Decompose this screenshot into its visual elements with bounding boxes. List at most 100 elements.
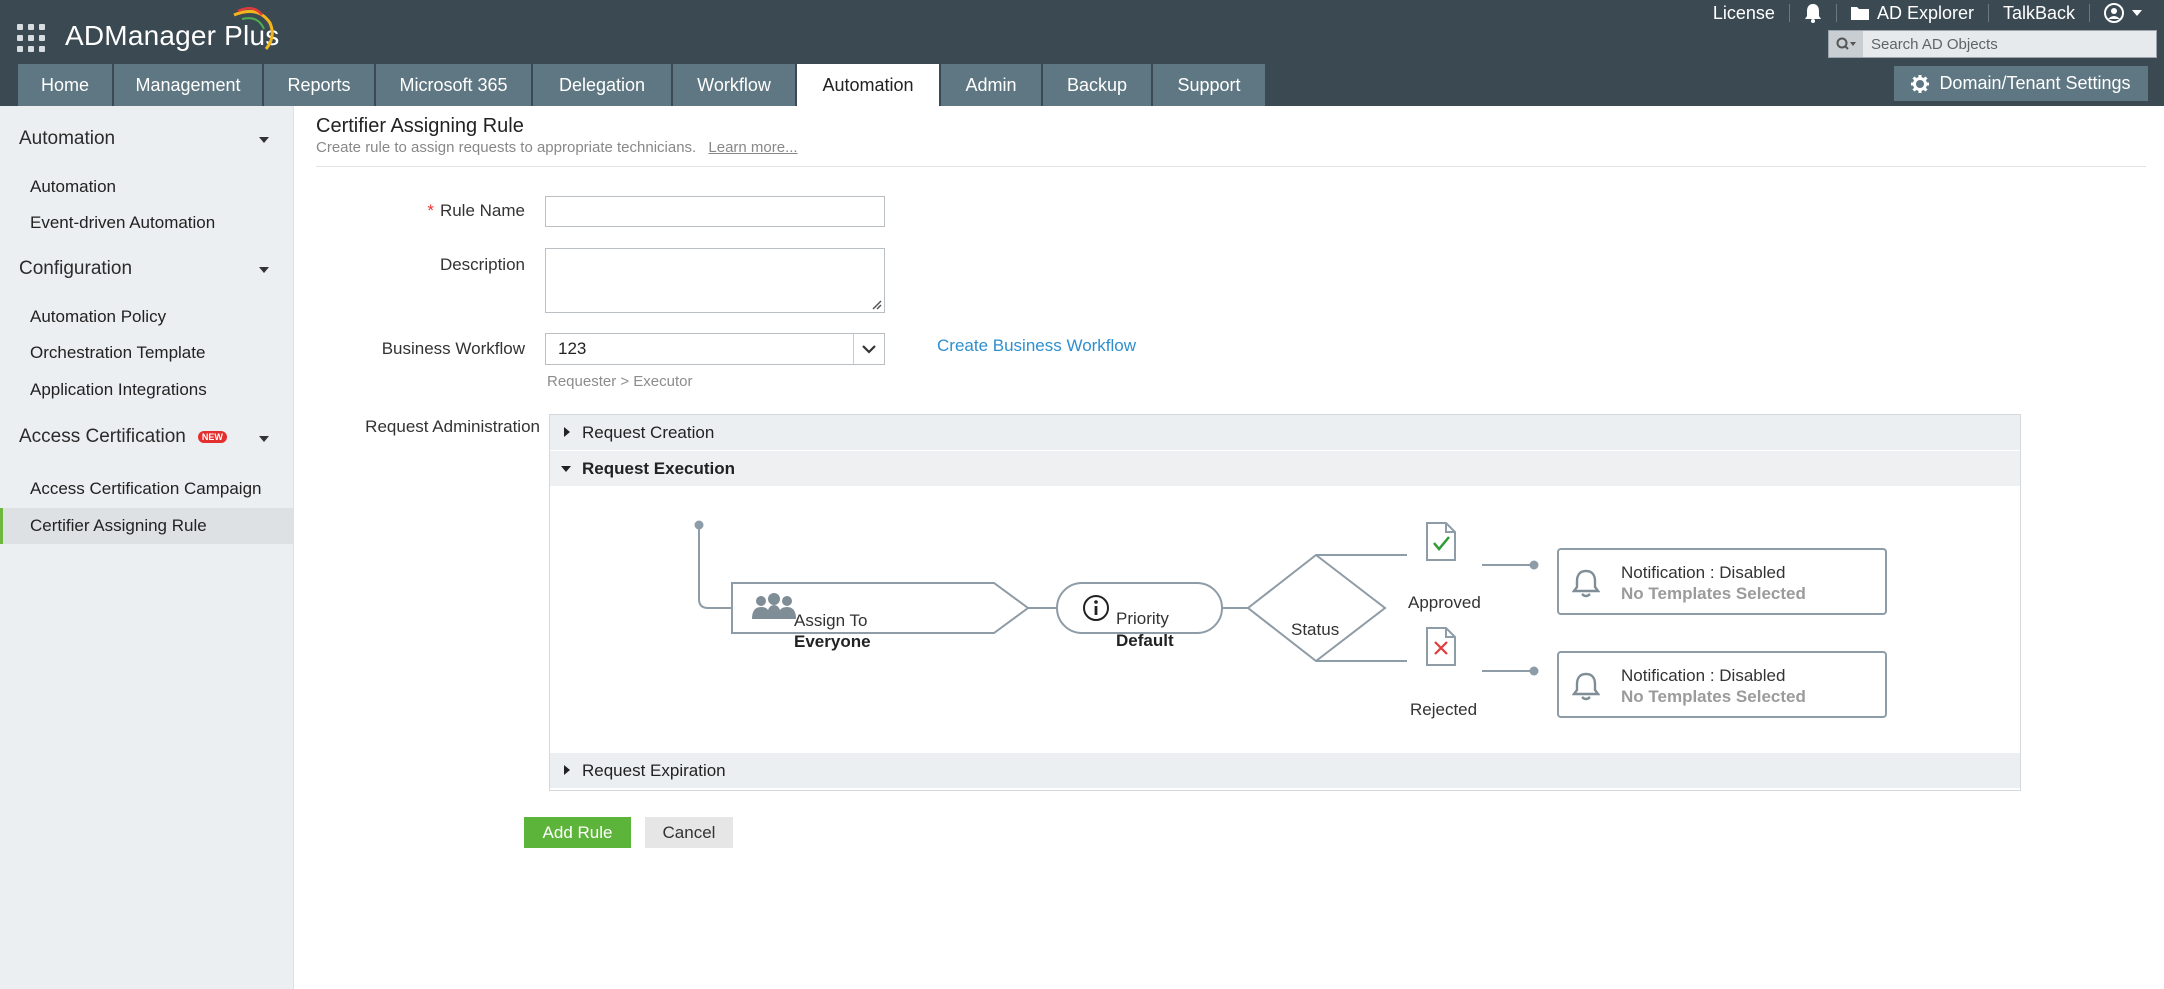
page-title: Certifier Assigning Rule: [316, 115, 524, 137]
sidebar: Automation Automation Event-driven Autom…: [0, 106, 294, 989]
apps-grid-icon[interactable]: [17, 24, 47, 54]
business-workflow-label: Business Workflow: [381, 339, 525, 358]
sidebar-item-application-integrations[interactable]: Application Integrations: [0, 372, 293, 408]
chevron-down-icon: [561, 466, 571, 472]
rejected-label: Rejected: [1410, 700, 1478, 719]
sidebar-item-access-certification-campaign[interactable]: Access Certification Campaign: [0, 471, 293, 507]
approved-document-icon: [1426, 522, 1456, 561]
folder-icon: [1850, 7, 1869, 20]
chevron-right-icon: [564, 427, 570, 437]
description-textarea[interactable]: [545, 248, 885, 313]
status-node[interactable]: [1246, 553, 1387, 663]
chevron-right-icon: [564, 765, 570, 775]
top-links: License AD Explorer TalkBack: [1699, 0, 2156, 26]
tab-support[interactable]: Support: [1153, 64, 1267, 106]
rejected-notification-card[interactable]: Notification : Disabled No Templates Sel…: [1557, 651, 1887, 718]
page-subtitle-text: Create rule to assign requests to approp…: [316, 139, 697, 156]
sidebar-section-label: Configuration: [19, 258, 133, 279]
approved-notification-card[interactable]: Notification : Disabled No Templates Sel…: [1557, 548, 1887, 615]
request-administration-panel: Request Creation Request Execution Assig…: [549, 414, 2021, 791]
sidebar-section-label: Automation: [19, 128, 116, 149]
status-label: Status: [1291, 620, 1340, 639]
rule-name-input[interactable]: [545, 196, 885, 227]
new-badge: NEW: [197, 431, 227, 443]
request-expiration-label: Request Expiration: [582, 760, 726, 780]
notification-status: Notification : Disabled: [1621, 666, 1786, 685]
flow-connector: [698, 525, 732, 609]
request-creation-header[interactable]: Request Creation: [550, 415, 2020, 450]
create-business-workflow-link[interactable]: Create Business Workflow: [937, 336, 1136, 356]
tab-admin[interactable]: Admin: [941, 64, 1043, 106]
chevron-down-icon[interactable]: [853, 334, 884, 364]
tab-microsoft-365[interactable]: Microsoft 365: [376, 64, 533, 106]
license-link[interactable]: License: [1699, 3, 1789, 24]
user-menu[interactable]: [2090, 3, 2156, 23]
ad-explorer-label: AD Explorer: [1876, 2, 1974, 23]
business-workflow-value: 123: [558, 339, 587, 358]
domain-tenant-settings-button[interactable]: Domain/Tenant Settings: [1894, 66, 2148, 101]
workflow-hint: Requester > Executor: [547, 373, 693, 390]
tab-automation[interactable]: Automation: [797, 64, 941, 106]
tab-delegation[interactable]: Delegation: [533, 64, 673, 106]
sidebar-item-certifier-assigning-rule[interactable]: Certifier Assigning Rule: [0, 508, 293, 544]
sidebar-section-configuration[interactable]: Configuration: [19, 258, 132, 280]
search-icon[interactable]: [1829, 31, 1863, 57]
request-execution-label: Request Execution: [582, 458, 736, 478]
tab-home[interactable]: Home: [18, 64, 114, 106]
rejected-document-icon: [1426, 627, 1456, 666]
top-header: ADManager Plus License AD Explorer TalkB…: [0, 0, 2164, 106]
request-administration-label: Request Administration: [365, 417, 540, 436]
search-box: [1828, 30, 2157, 58]
flow-dot: [1529, 560, 1539, 570]
divider: [316, 166, 2146, 167]
gear-icon: [1911, 74, 1930, 93]
rule-name-label-text: Rule Name: [439, 201, 525, 220]
cancel-button[interactable]: Cancel: [645, 817, 733, 848]
sidebar-item-automation[interactable]: Automation: [0, 169, 293, 205]
sidebar-item-orchestration-template[interactable]: Orchestration Template: [0, 335, 293, 371]
add-rule-button[interactable]: Add Rule: [524, 817, 631, 848]
notification-status: Notification : Disabled: [1621, 563, 1786, 582]
search-input[interactable]: [1863, 32, 2156, 56]
bell-icon: [1572, 672, 1600, 701]
request-execution-header[interactable]: Request Execution: [550, 451, 2020, 486]
resize-handle-icon[interactable]: [871, 299, 882, 310]
sidebar-section-automation[interactable]: Automation: [19, 128, 115, 150]
page-subtitle: Create rule to assign requests to approp…: [316, 139, 798, 156]
assign-to-value: Everyone: [794, 632, 871, 651]
tab-reports[interactable]: Reports: [264, 64, 376, 106]
notifications-bell-icon[interactable]: [1790, 3, 1836, 23]
sidebar-section-label: Access Certification: [19, 426, 186, 447]
learn-more-link[interactable]: Learn more...: [708, 139, 797, 156]
notification-templates: No Templates Selected: [1621, 584, 1806, 603]
rule-name-label: * Rule Name: [380, 201, 525, 221]
request-expiration-header[interactable]: Request Expiration: [550, 753, 2020, 788]
business-workflow-select[interactable]: 123: [545, 333, 885, 365]
bell-icon: [1572, 569, 1600, 598]
tab-backup[interactable]: Backup: [1043, 64, 1153, 106]
chevron-down-icon[interactable]: [259, 436, 269, 442]
approved-label: Approved: [1408, 593, 1481, 612]
sidebar-item-event-driven-automation[interactable]: Event-driven Automation: [0, 205, 293, 241]
logo-swoosh-icon: [233, 7, 274, 50]
notification-templates: No Templates Selected: [1621, 687, 1806, 706]
request-creation-label: Request Creation: [582, 422, 715, 442]
description-label: Description: [439, 255, 525, 274]
sidebar-section-access-certification[interactable]: Access Certification NEW: [19, 426, 227, 448]
domain-settings-label: Domain/Tenant Settings: [1939, 73, 2131, 93]
tab-management[interactable]: Management: [114, 64, 264, 106]
talkback-link[interactable]: TalkBack: [1989, 3, 2089, 24]
priority-value: Default: [1116, 631, 1174, 650]
tab-workflow[interactable]: Workflow: [673, 64, 797, 106]
user-avatar-icon: [2104, 3, 2124, 23]
sidebar-item-automation-policy[interactable]: Automation Policy: [0, 299, 293, 335]
chevron-down-icon[interactable]: [259, 137, 269, 143]
main-nav: Home Management Reports Microsoft 365 De…: [18, 64, 1267, 106]
assign-to-label: Assign To: [794, 611, 868, 630]
flow-dot: [1529, 666, 1539, 676]
required-marker: *: [427, 201, 434, 220]
chevron-down-icon[interactable]: [259, 267, 269, 273]
chevron-down-icon: [2132, 10, 2142, 16]
priority-label: Priority: [1116, 609, 1169, 628]
ad-explorer-link[interactable]: AD Explorer: [1837, 3, 1988, 24]
